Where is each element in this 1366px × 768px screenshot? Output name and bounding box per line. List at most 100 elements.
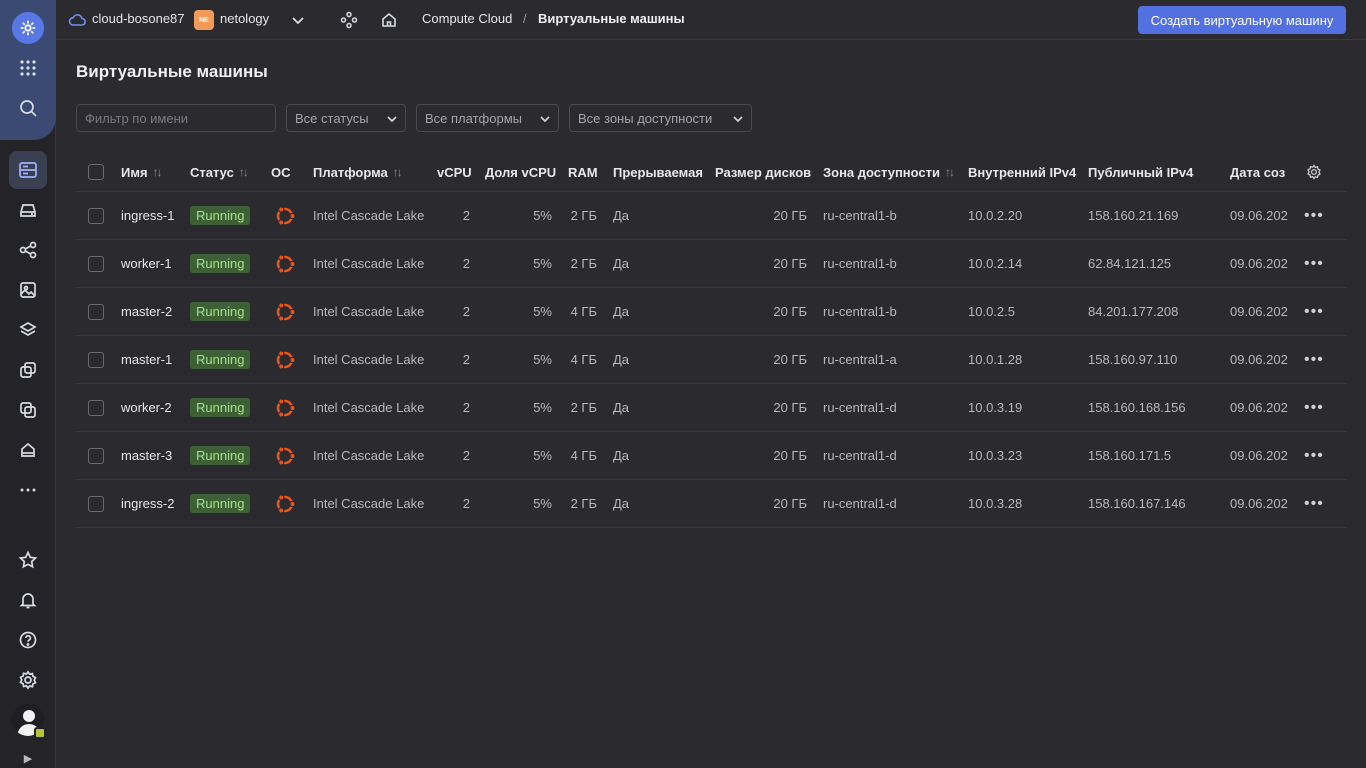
virtual-machines-icon[interactable] <box>9 151 47 189</box>
all-services-icon[interactable] <box>9 49 47 87</box>
settings-gear-icon[interactable] <box>9 661 47 699</box>
vm-ram: 4 ГБ <box>570 304 597 319</box>
platform-select-value: Все платформы <box>425 110 522 126</box>
network-icon[interactable] <box>9 231 47 269</box>
zone-select[interactable]: Все зоны доступности <box>569 104 752 132</box>
vm-name[interactable]: master-2 <box>121 288 172 335</box>
row-checkbox-cell[interactable] <box>88 384 104 431</box>
favorites-star-icon[interactable] <box>9 541 47 579</box>
row-menu-icon[interactable]: ••• <box>1304 480 1324 527</box>
row-checkbox[interactable] <box>88 303 104 320</box>
status-select[interactable]: Все статусы <box>286 104 406 132</box>
col-name[interactable]: Имя ↑↓ <box>121 152 163 192</box>
status-cell: Running <box>190 336 251 383</box>
status-cell: Running <box>190 432 251 479</box>
row-menu-icon[interactable]: ••• <box>1304 336 1324 383</box>
vm-created: 09.06.202 <box>1230 400 1288 415</box>
breadcrumb-compute-cloud[interactable]: Compute Cloud <box>422 11 512 26</box>
row-menu-icon[interactable]: ••• <box>1304 288 1324 335</box>
table-row[interactable]: master-2 Running Intel Cascade Lake 2 5% 4 ГБ… <box>76 288 1346 336</box>
vm-platform: Intel Cascade Lake <box>313 448 425 463</box>
col-ram: RAM <box>568 152 598 192</box>
table-row[interactable]: master-3 Running Intel Cascade Lake 2 5% 4 ГБ… <box>76 432 1346 480</box>
row-checkbox[interactable] <box>88 255 104 272</box>
name-filter-input[interactable] <box>76 104 276 132</box>
row-checkbox-cell[interactable] <box>88 432 104 479</box>
table-row[interactable]: worker-1 Running Intel Cascade Lake 2 5% 2 ГБ… <box>76 240 1346 288</box>
vm-preemptible: Да <box>613 400 630 415</box>
instance-groups-icon[interactable] <box>9 391 47 429</box>
vm-name[interactable]: ingress-2 <box>121 480 174 527</box>
row-checkbox[interactable] <box>88 447 104 464</box>
snapshots-icon[interactable] <box>9 351 47 389</box>
vm-name[interactable]: ingress-1 <box>121 192 174 239</box>
select-all-checkbox[interactable] <box>88 164 104 180</box>
table-row[interactable]: ingress-1 Running Intel Cascade Lake 2 5% 2 Г… <box>76 192 1346 240</box>
table-row[interactable]: master-1 Running Intel Cascade Lake 2 5% 4 ГБ… <box>76 336 1346 384</box>
vm-disk-size: 20 ГБ <box>773 352 807 367</box>
vm-zone: ru-central1-b <box>823 304 897 319</box>
cloud-name[interactable]: cloud-bosone87 <box>92 11 185 26</box>
row-menu-icon[interactable]: ••• <box>1304 192 1324 239</box>
table-row[interactable]: worker-2 Running Intel Cascade Lake 2 5% 2 ГБ… <box>76 384 1346 432</box>
sort-icon[interactable]: ↑↓ <box>153 165 163 179</box>
cloud-logo-icon[interactable] <box>12 12 44 44</box>
table-row[interactable]: ingress-2 Running Intel Cascade Lake 2 5% 2 Г… <box>76 480 1346 528</box>
vm-disk-size: 20 ГБ <box>773 304 807 319</box>
row-menu-icon[interactable]: ••• <box>1304 432 1324 479</box>
col-platform[interactable]: Платформа ↑↓ <box>313 152 403 192</box>
row-checkbox-cell[interactable] <box>88 192 104 239</box>
row-checkbox-cell[interactable] <box>88 240 104 287</box>
notifications-bell-icon[interactable] <box>9 581 47 619</box>
col-internal-ip-label: Внутренний IPv4 <box>968 164 1077 180</box>
org-name[interactable]: netology <box>220 11 269 26</box>
select-all-checkbox-cell[interactable] <box>88 152 104 192</box>
vm-ram: 4 ГБ <box>570 352 597 367</box>
top-header: cloud-bosone87 NE netology Compute Cloud… <box>56 0 1366 40</box>
col-vcpu: vCPU <box>437 152 472 192</box>
vm-zone: ru-central1-d <box>823 496 897 511</box>
platform-select[interactable]: Все платформы <box>416 104 559 132</box>
vm-zone: ru-central1-d <box>823 400 897 415</box>
row-menu-icon[interactable]: ••• <box>1304 240 1324 287</box>
vm-disk-size: 20 ГБ <box>773 448 807 463</box>
home-icon[interactable] <box>380 11 398 29</box>
help-icon[interactable] <box>9 621 47 659</box>
col-status[interactable]: Статус ↑↓ <box>190 152 249 192</box>
row-checkbox[interactable] <box>88 207 104 224</box>
vm-name[interactable]: master-1 <box>121 336 172 383</box>
row-checkbox[interactable] <box>88 399 104 416</box>
vm-name[interactable]: worker-2 <box>121 384 172 431</box>
more-icon[interactable] <box>9 471 47 509</box>
vm-ram: 2 ГБ <box>570 496 597 511</box>
sort-icon[interactable]: ↑↓ <box>945 165 955 179</box>
col-platform-label: Платформа <box>313 164 388 180</box>
layers-icon[interactable] <box>9 311 47 349</box>
vm-internal-ip: 10.0.2.14 <box>968 256 1023 271</box>
ubuntu-icon <box>273 384 297 431</box>
row-menu-icon[interactable]: ••• <box>1304 384 1324 431</box>
col-preemptible: Прерываемая <box>613 152 703 192</box>
col-zone[interactable]: Зона доступности ↑↓ <box>823 152 955 192</box>
collapse-rail-icon[interactable]: ▶ <box>0 748 56 768</box>
sort-icon[interactable]: ↑↓ <box>393 165 403 179</box>
row-checkbox-cell[interactable] <box>88 288 104 335</box>
row-checkbox-cell[interactable] <box>88 480 104 527</box>
page-title: Виртуальные машины <box>76 62 268 81</box>
create-vm-button[interactable]: Создать виртуальную машину <box>1138 6 1346 34</box>
placement-groups-icon[interactable] <box>9 431 47 469</box>
sort-icon[interactable]: ↑↓ <box>239 165 249 179</box>
vm-name[interactable]: worker-1 <box>121 240 172 287</box>
vm-name[interactable]: master-3 <box>121 432 172 479</box>
service-switcher-icon[interactable] <box>340 11 358 29</box>
row-checkbox[interactable] <box>88 495 104 512</box>
status-badge: Running <box>190 254 251 273</box>
row-checkbox-cell[interactable] <box>88 336 104 383</box>
status-badge: Running <box>190 350 251 369</box>
row-checkbox[interactable] <box>88 351 104 368</box>
images-icon[interactable] <box>9 271 47 309</box>
disks-icon[interactable] <box>9 191 47 229</box>
chevron-down-icon[interactable] <box>290 12 306 28</box>
search-icon[interactable] <box>9 89 47 127</box>
table-settings-gear-icon[interactable] <box>1306 152 1322 192</box>
